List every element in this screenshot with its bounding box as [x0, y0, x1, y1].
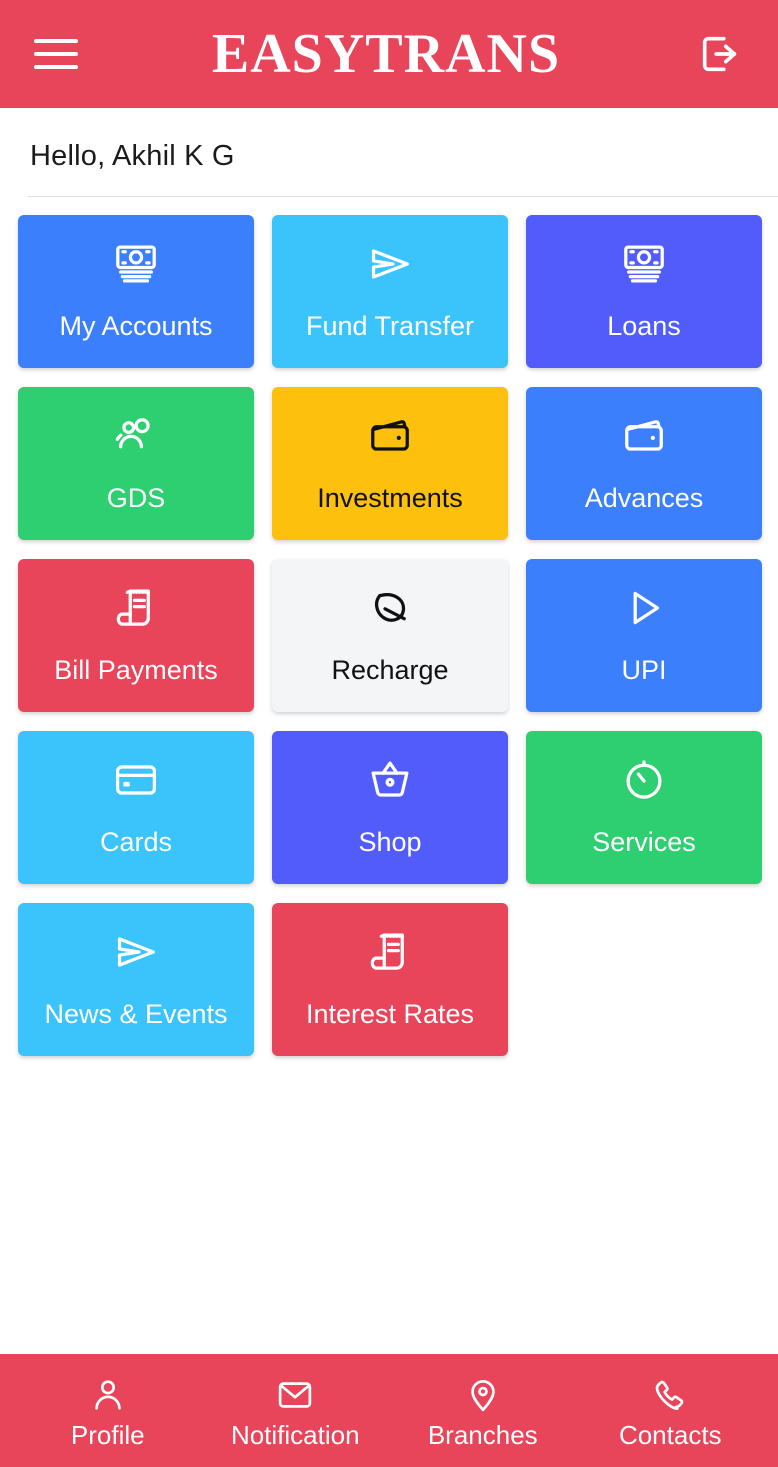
wallet-icon-glyph [625, 420, 663, 451]
tile-upi[interactable]: UPI [526, 559, 762, 712]
page-title: EASYTRANS [211, 23, 561, 85]
service-tile-grid: My Accounts Fund Transfer Loans GDS Investme… [0, 197, 778, 1056]
tile-my-accounts[interactable]: My Accounts [18, 215, 254, 368]
nav-item-label: Contacts [618, 1419, 722, 1450]
tile-shop[interactable]: Shop [272, 731, 508, 884]
app-header: EASYTRANS [0, 0, 778, 108]
tile-fund-transfer[interactable]: Fund Transfer [272, 215, 508, 368]
tile-loans[interactable]: Loans [526, 215, 762, 368]
menu-bar [34, 39, 78, 43]
wallet-icon-glyph [371, 420, 409, 451]
tile-label: Cards [99, 827, 173, 857]
shopping-basket-icon-glyph [371, 761, 409, 797]
people-group-icon-glyph [115, 418, 150, 449]
receipt-bill-icon [113, 582, 159, 634]
location-pin-icon [464, 1374, 502, 1416]
cash-banknote-icon-glyph [624, 245, 664, 283]
greeting-area: Hello, Akhil K G [0, 108, 778, 196]
receipt-bill-icon-glyph [370, 933, 404, 970]
shopping-basket-icon [367, 754, 413, 806]
tile-label: Shop [358, 827, 422, 857]
people-group-icon [113, 410, 159, 462]
tile-label: GDS [106, 483, 166, 513]
nav-item-branches[interactable]: Branches [389, 1374, 577, 1448]
envelope-icon [276, 1374, 314, 1416]
tile-label: Services [592, 827, 696, 857]
receipt-bill-icon-glyph [116, 589, 150, 626]
stopwatch-icon [621, 754, 667, 806]
leaf-icon [367, 582, 413, 634]
tile-recharge[interactable]: Recharge [272, 559, 508, 712]
tile-cards[interactable]: Cards [18, 731, 254, 884]
play-triangle-icon-glyph [633, 591, 660, 625]
cash-banknote-icon [621, 238, 667, 290]
tile-label: Recharge [331, 655, 449, 685]
logout-glyph [702, 36, 737, 72]
person-icon-glyph [95, 1379, 121, 1410]
tile-advances[interactable]: Advances [526, 387, 762, 540]
nav-item-label: Branches [427, 1419, 538, 1450]
tile-services[interactable]: Services [526, 731, 762, 884]
tile-label: UPI [621, 655, 667, 685]
tile-label: Investments [317, 483, 463, 513]
tile-interest-rates[interactable]: Interest Rates [272, 903, 508, 1056]
cash-banknote-icon-glyph [116, 245, 156, 283]
person-icon [89, 1374, 127, 1416]
send-plane-icon [367, 238, 413, 290]
credit-card-icon [113, 754, 159, 806]
greeting-text: Hello, Akhil K G [30, 140, 235, 172]
tile-label: My Accounts [59, 311, 213, 341]
nav-item-notification[interactable]: Notification [202, 1374, 390, 1448]
wallet-icon [621, 410, 667, 462]
send-plane-icon-glyph [371, 249, 409, 279]
nav-item-profile[interactable]: Profile [14, 1374, 202, 1448]
tile-label: News & Events [44, 999, 228, 1029]
leaf-icon-glyph [374, 593, 406, 622]
bottom-navigation-bar: Profile Notification Branches Contacts [0, 1354, 778, 1467]
play-triangle-icon [621, 582, 667, 634]
nav-item-label: Notification [230, 1419, 360, 1450]
nav-item-contacts[interactable]: Contacts [577, 1374, 765, 1448]
send-plane-icon-glyph [117, 937, 155, 967]
tile-label: Interest Rates [305, 999, 475, 1029]
tile-label: Bill Payments [54, 655, 218, 685]
menu-bar [34, 52, 78, 56]
wallet-icon [367, 410, 413, 462]
send-plane-icon [113, 926, 159, 978]
tile-gds[interactable]: GDS [18, 387, 254, 540]
tile-bill-payments[interactable]: Bill Payments [18, 559, 254, 712]
nav-item-label: Profile [70, 1419, 145, 1450]
tile-investments[interactable]: Investments [272, 387, 508, 540]
logout-icon[interactable] [692, 26, 748, 82]
stopwatch-icon-glyph [626, 760, 662, 799]
tile-label: Advances [584, 483, 704, 513]
phone-icon-glyph [655, 1380, 684, 1410]
tile-label: Fund Transfer [305, 311, 475, 341]
phone-icon [651, 1374, 689, 1416]
menu-bar [34, 65, 78, 69]
tile-label: Loans [607, 311, 681, 341]
location-pin-icon-glyph [470, 1379, 495, 1411]
credit-card-icon-glyph [115, 765, 157, 795]
envelope-icon-glyph [279, 1381, 312, 1408]
receipt-bill-icon [367, 926, 413, 978]
tile-news-events[interactable]: News & Events [18, 903, 254, 1056]
cash-banknote-icon [113, 238, 159, 290]
